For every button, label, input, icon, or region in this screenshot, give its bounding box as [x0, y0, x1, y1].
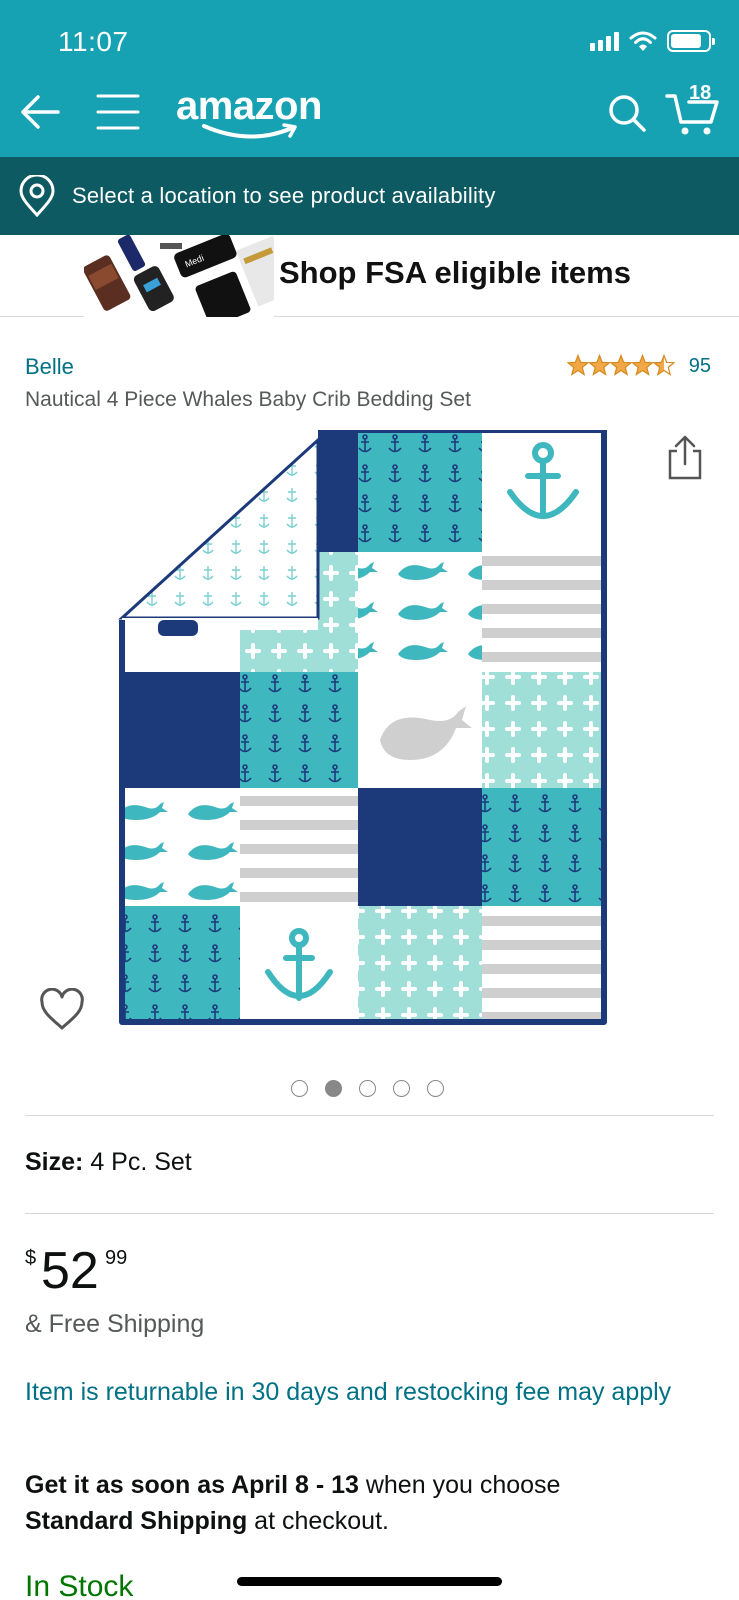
- star-icon: [652, 354, 675, 376]
- delivery-middle: when you choose: [358, 1471, 561, 1499]
- location-pin-icon: [19, 175, 55, 217]
- star-icon: [566, 354, 590, 376]
- star-icon: [587, 354, 611, 376]
- star-rating-icon: [566, 354, 675, 376]
- pagination-dot[interactable]: [325, 1080, 342, 1097]
- delivery-method: Standard Shipping: [25, 1507, 248, 1535]
- stock-status: In Stock: [25, 1570, 134, 1600]
- pagination-dot[interactable]: [291, 1080, 308, 1097]
- fsa-banner-text: Shop FSA eligible items: [279, 255, 631, 290]
- pagination-dot[interactable]: [359, 1080, 376, 1097]
- product-image[interactable]: [110, 430, 630, 1050]
- price-fraction: 99: [105, 1247, 128, 1269]
- image-pagination[interactable]: [291, 1080, 444, 1097]
- battery-icon: [667, 30, 715, 52]
- rating-summary[interactable]: 95: [566, 354, 711, 378]
- returnable-link[interactable]: Item is returnable in 30 days and restoc…: [25, 1374, 705, 1410]
- location-text: Select a location to see product availab…: [72, 183, 496, 208]
- shipping-text: & Free Shipping: [25, 1310, 205, 1338]
- divider: [25, 1213, 714, 1214]
- status-time: 11:07: [58, 26, 129, 57]
- wifi-icon: [629, 31, 657, 51]
- price-whole: 52: [41, 1242, 99, 1300]
- brand-link[interactable]: Belle: [25, 354, 74, 380]
- nav-row: amazon 18: [0, 82, 739, 142]
- home-indicator[interactable]: [237, 1577, 502, 1586]
- signal-icon: [590, 31, 619, 51]
- size-label: Size:: [25, 1148, 84, 1176]
- rating-count: 95: [688, 354, 711, 377]
- delivery-date: Get it as soon as April 8 - 13: [25, 1471, 359, 1499]
- product-title: Nautical 4 Piece Whales Baby Crib Beddin…: [25, 388, 471, 411]
- cart-count: 18: [689, 82, 712, 104]
- status-icons: [590, 30, 715, 52]
- back-arrow-icon[interactable]: [18, 90, 62, 134]
- fsa-products-image: Medi: [84, 235, 274, 317]
- cart-button[interactable]: 18: [665, 82, 723, 138]
- size-row[interactable]: Size: 4 Pc. Set: [25, 1148, 192, 1177]
- delivery-suffix: at checkout.: [247, 1507, 389, 1535]
- size-value: 4 Pc. Set: [90, 1148, 192, 1176]
- divider: [25, 1115, 714, 1116]
- heart-icon[interactable]: [38, 988, 86, 1032]
- logo-smile-icon: [202, 123, 297, 139]
- pagination-dot[interactable]: [393, 1080, 410, 1097]
- amazon-logo[interactable]: amazon: [176, 84, 336, 140]
- delivery-info: Get it as soon as April 8 - 13 when you …: [25, 1467, 715, 1539]
- price-symbol: $: [25, 1247, 37, 1269]
- star-icon: [630, 354, 654, 376]
- share-icon[interactable]: [664, 434, 706, 480]
- pagination-dot[interactable]: [427, 1080, 444, 1097]
- menu-icon[interactable]: [96, 90, 140, 134]
- search-icon[interactable]: [605, 90, 649, 134]
- star-icon: [609, 354, 633, 376]
- fsa-banner[interactable]: Medi Shop FSA eligible items: [0, 235, 739, 317]
- app-header: 11:07 amazon 18: [0, 0, 739, 157]
- location-bar[interactable]: Select a location to see product availab…: [0, 157, 739, 235]
